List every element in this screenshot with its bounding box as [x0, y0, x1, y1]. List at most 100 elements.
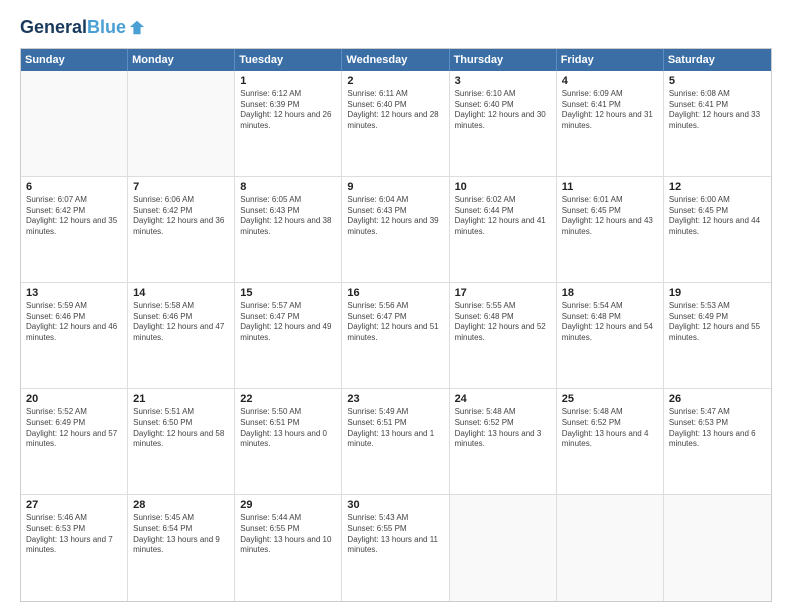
- day-info: Sunrise: 5:47 AMSunset: 6:53 PMDaylight:…: [669, 407, 766, 450]
- day-info: Sunrise: 5:56 AMSunset: 6:47 PMDaylight:…: [347, 301, 443, 344]
- cal-cell: 13Sunrise: 5:59 AMSunset: 6:46 PMDayligh…: [21, 283, 128, 388]
- day-number: 20: [26, 393, 122, 405]
- day-info: Sunrise: 6:07 AMSunset: 6:42 PMDaylight:…: [26, 195, 122, 238]
- day-info: Sunrise: 5:48 AMSunset: 6:52 PMDaylight:…: [562, 407, 658, 450]
- day-number: 1: [240, 75, 336, 87]
- day-number: 18: [562, 287, 658, 299]
- day-info: Sunrise: 5:51 AMSunset: 6:50 PMDaylight:…: [133, 407, 229, 450]
- cal-cell: 23 Sunrise: 5:49 AMSunset: 6:51 PMDayligh…: [342, 389, 449, 494]
- cal-cell: 25 Sunrise: 5:48 AMSunset: 6:52 PMDayligh…: [557, 389, 664, 494]
- day-info: Sunrise: 6:02 AMSunset: 6:44 PMDaylight:…: [455, 195, 551, 238]
- day-info: Sunrise: 6:06 AMSunset: 6:42 PMDaylight:…: [133, 195, 229, 238]
- day-number: 2: [347, 75, 443, 87]
- cal-cell: 27Sunrise: 5:46 AMSunset: 6:53 PMDayligh…: [21, 495, 128, 601]
- cal-cell: 5 Sunrise: 6:08 AMSunset: 6:41 PMDaylight…: [664, 71, 771, 176]
- cal-cell: 2Sunrise: 6:11 AMSunset: 6:40 PMDaylight…: [342, 71, 449, 176]
- day-number: 4: [562, 75, 658, 87]
- day-info: Sunrise: 6:08 AMSunset: 6:41 PMDaylight:…: [669, 89, 766, 132]
- day-number: 10: [455, 181, 551, 193]
- cal-cell: 28 Sunrise: 5:45 AMSunset: 6:54 PMDayligh…: [128, 495, 235, 601]
- cal-header-cell: Friday: [557, 49, 664, 71]
- day-info: Sunrise: 5:48 AMSunset: 6:52 PMDaylight:…: [455, 407, 551, 450]
- cal-cell: [128, 71, 235, 176]
- logo-icon: [128, 19, 146, 37]
- day-info: Sunrise: 5:46 AMSunset: 6:53 PMDaylight:…: [26, 513, 122, 556]
- day-info: Sunrise: 6:04 AMSunset: 6:43 PMDaylight:…: [347, 195, 443, 238]
- cal-cell: 14Sunrise: 5:58 AMSunset: 6:46 PMDayligh…: [128, 283, 235, 388]
- day-info: Sunrise: 6:12 AMSunset: 6:39 PMDaylight:…: [240, 89, 336, 132]
- cal-header-cell: Tuesday: [235, 49, 342, 71]
- cal-cell: 30 Sunrise: 5:43 AMSunset: 6:55 PMDayligh…: [342, 495, 449, 601]
- cal-cell: 10 Sunrise: 6:02 AMSunset: 6:44 PMDayligh…: [450, 177, 557, 282]
- header: GeneralBlue: [20, 18, 772, 38]
- day-info: Sunrise: 6:10 AMSunset: 6:40 PMDaylight:…: [455, 89, 551, 132]
- day-number: 17: [455, 287, 551, 299]
- cal-cell: [21, 71, 128, 176]
- cal-week: 13Sunrise: 5:59 AMSunset: 6:46 PMDayligh…: [21, 283, 771, 389]
- cal-header-cell: Thursday: [450, 49, 557, 71]
- cal-cell: 26Sunrise: 5:47 AMSunset: 6:53 PMDayligh…: [664, 389, 771, 494]
- cal-cell: 17 Sunrise: 5:55 AMSunset: 6:48 PMDayligh…: [450, 283, 557, 388]
- cal-week: 1 Sunrise: 6:12 AMSunset: 6:39 PMDaylight…: [21, 71, 771, 177]
- logo-text: GeneralBlue: [20, 18, 126, 38]
- cal-week: 20 Sunrise: 5:52 AMSunset: 6:49 PMDayligh…: [21, 389, 771, 495]
- day-number: 5: [669, 75, 766, 87]
- day-info: Sunrise: 6:01 AMSunset: 6:45 PMDaylight:…: [562, 195, 658, 238]
- day-info: Sunrise: 5:53 AMSunset: 6:49 PMDaylight:…: [669, 301, 766, 344]
- day-info: Sunrise: 5:43 AMSunset: 6:55 PMDaylight:…: [347, 513, 443, 556]
- day-info: Sunrise: 5:59 AMSunset: 6:46 PMDaylight:…: [26, 301, 122, 344]
- day-number: 25: [562, 393, 658, 405]
- day-number: 30: [347, 499, 443, 511]
- day-number: 6: [26, 181, 122, 193]
- cal-header-cell: Sunday: [21, 49, 128, 71]
- day-number: 11: [562, 181, 658, 193]
- day-number: 8: [240, 181, 336, 193]
- day-number: 3: [455, 75, 551, 87]
- cal-cell: 29Sunrise: 5:44 AMSunset: 6:55 PMDayligh…: [235, 495, 342, 601]
- cal-cell: 7Sunrise: 6:06 AMSunset: 6:42 PMDaylight…: [128, 177, 235, 282]
- cal-cell: 4Sunrise: 6:09 AMSunset: 6:41 PMDaylight…: [557, 71, 664, 176]
- calendar-header: SundayMondayTuesdayWednesdayThursdayFrid…: [21, 49, 771, 71]
- day-info: Sunrise: 5:45 AMSunset: 6:54 PMDaylight:…: [133, 513, 229, 556]
- cal-cell: 12 Sunrise: 6:00 AMSunset: 6:45 PMDayligh…: [664, 177, 771, 282]
- cal-cell: 24 Sunrise: 5:48 AMSunset: 6:52 PMDayligh…: [450, 389, 557, 494]
- logo: GeneralBlue: [20, 18, 146, 38]
- cal-week: 6 Sunrise: 6:07 AMSunset: 6:42 PMDaylight…: [21, 177, 771, 283]
- day-number: 22: [240, 393, 336, 405]
- day-info: Sunrise: 5:57 AMSunset: 6:47 PMDaylight:…: [240, 301, 336, 344]
- cal-header-cell: Wednesday: [342, 49, 449, 71]
- cal-cell: 16 Sunrise: 5:56 AMSunset: 6:47 PMDayligh…: [342, 283, 449, 388]
- cal-cell: 1 Sunrise: 6:12 AMSunset: 6:39 PMDaylight…: [235, 71, 342, 176]
- cal-cell: 22 Sunrise: 5:50 AMSunset: 6:51 PMDayligh…: [235, 389, 342, 494]
- day-info: Sunrise: 5:54 AMSunset: 6:48 PMDaylight:…: [562, 301, 658, 344]
- day-number: 16: [347, 287, 443, 299]
- cal-header-cell: Saturday: [664, 49, 771, 71]
- cal-header-cell: Monday: [128, 49, 235, 71]
- cal-cell: 20 Sunrise: 5:52 AMSunset: 6:49 PMDayligh…: [21, 389, 128, 494]
- day-info: Sunrise: 5:49 AMSunset: 6:51 PMDaylight:…: [347, 407, 443, 450]
- cal-cell: 15Sunrise: 5:57 AMSunset: 6:47 PMDayligh…: [235, 283, 342, 388]
- day-info: Sunrise: 6:00 AMSunset: 6:45 PMDaylight:…: [669, 195, 766, 238]
- day-number: 19: [669, 287, 766, 299]
- calendar-body: 1 Sunrise: 6:12 AMSunset: 6:39 PMDaylight…: [21, 71, 771, 601]
- cal-cell: 3 Sunrise: 6:10 AMSunset: 6:40 PMDaylight…: [450, 71, 557, 176]
- day-number: 24: [455, 393, 551, 405]
- cal-cell: [557, 495, 664, 601]
- cal-cell: 8 Sunrise: 6:05 AMSunset: 6:43 PMDaylight…: [235, 177, 342, 282]
- cal-cell: 18 Sunrise: 5:54 AMSunset: 6:48 PMDayligh…: [557, 283, 664, 388]
- cal-cell: [450, 495, 557, 601]
- day-number: 28: [133, 499, 229, 511]
- day-info: Sunrise: 6:05 AMSunset: 6:43 PMDaylight:…: [240, 195, 336, 238]
- day-info: Sunrise: 5:52 AMSunset: 6:49 PMDaylight:…: [26, 407, 122, 450]
- day-number: 14: [133, 287, 229, 299]
- day-info: Sunrise: 5:50 AMSunset: 6:51 PMDaylight:…: [240, 407, 336, 450]
- page: GeneralBlue SundayMondayTuesdayWednesday…: [0, 0, 792, 612]
- day-info: Sunrise: 5:55 AMSunset: 6:48 PMDaylight:…: [455, 301, 551, 344]
- cal-cell: 9 Sunrise: 6:04 AMSunset: 6:43 PMDaylight…: [342, 177, 449, 282]
- day-number: 21: [133, 393, 229, 405]
- cal-cell: 19 Sunrise: 5:53 AMSunset: 6:49 PMDayligh…: [664, 283, 771, 388]
- day-number: 9: [347, 181, 443, 193]
- day-number: 12: [669, 181, 766, 193]
- day-number: 23: [347, 393, 443, 405]
- cal-cell: 21 Sunrise: 5:51 AMSunset: 6:50 PMDayligh…: [128, 389, 235, 494]
